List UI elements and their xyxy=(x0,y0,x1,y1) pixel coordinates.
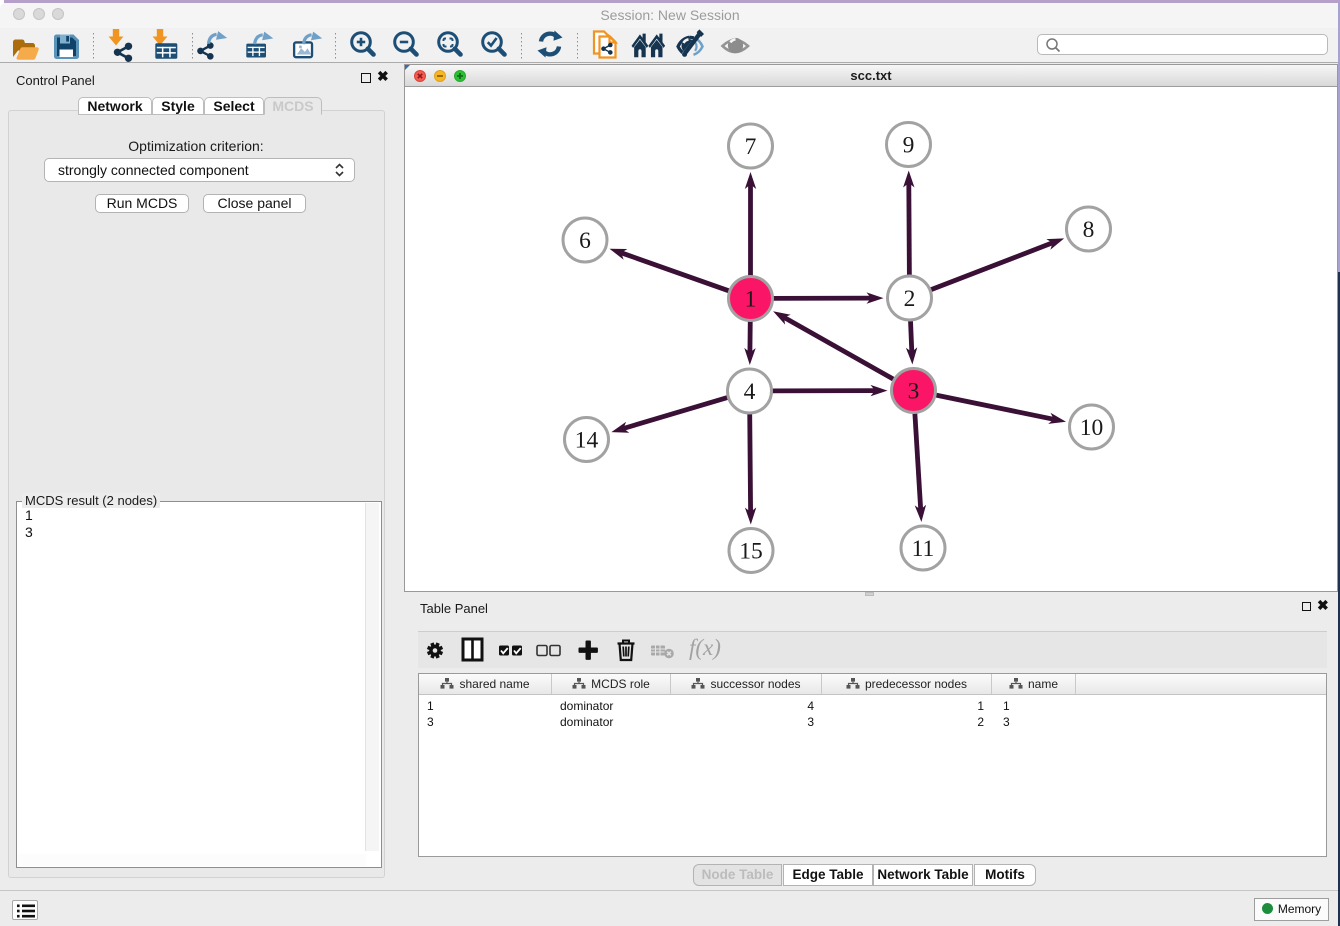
svg-text:9: 9 xyxy=(903,133,915,159)
svg-text:15: 15 xyxy=(739,539,763,565)
svg-text:11: 11 xyxy=(912,536,935,562)
svg-text:4: 4 xyxy=(744,379,756,405)
svg-text:2: 2 xyxy=(904,286,916,312)
svg-text:3: 3 xyxy=(908,379,920,405)
svg-text:14: 14 xyxy=(575,428,599,454)
svg-text:1: 1 xyxy=(745,287,757,313)
svg-text:8: 8 xyxy=(1083,217,1095,243)
svg-text:6: 6 xyxy=(579,228,591,254)
svg-text:7: 7 xyxy=(745,134,757,160)
svg-text:10: 10 xyxy=(1080,415,1104,441)
